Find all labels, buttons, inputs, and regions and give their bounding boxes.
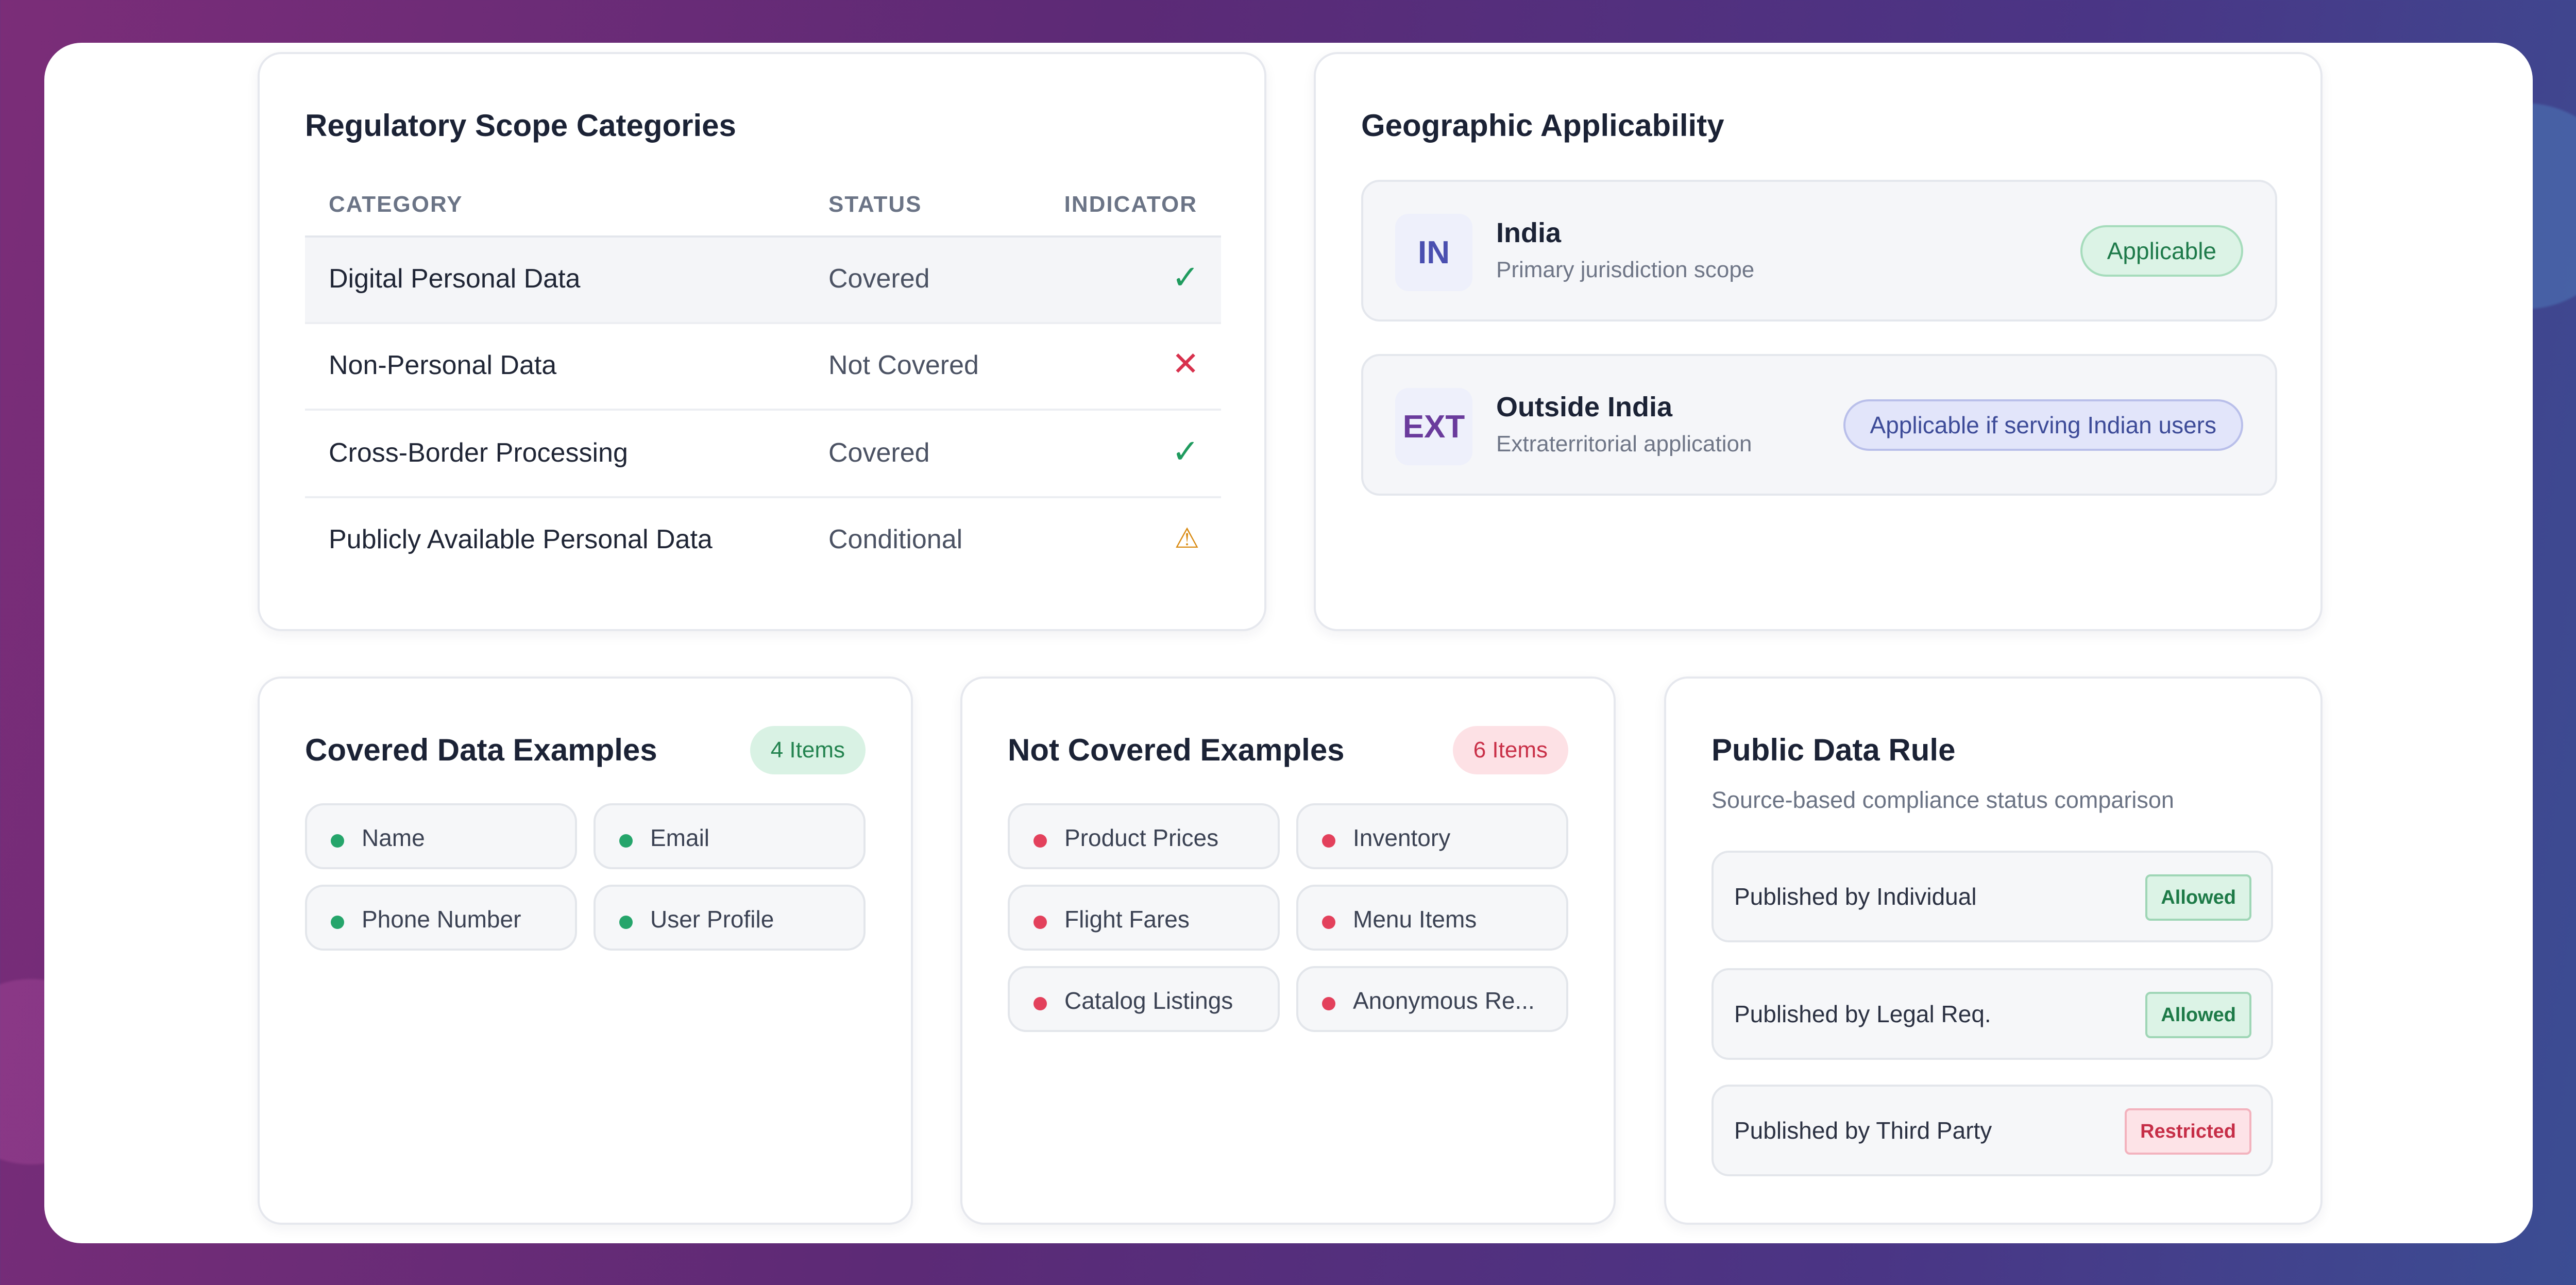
status-tag: Restricted <box>2125 1108 2251 1155</box>
red-dot-icon <box>1322 834 1335 848</box>
jurisdiction-row-india[interactable]: IN India Primary jurisdiction scope Appl… <box>1361 180 2277 322</box>
rule-label: Published by Individual <box>1734 883 1977 910</box>
chip-label: Email <box>650 824 710 851</box>
data-chip: User Profile <box>594 885 866 951</box>
data-chip: Flight Fares <box>1008 885 1280 951</box>
jurisdiction-code: EXT <box>1395 388 1472 465</box>
column-header-indicator: INDICATOR <box>1064 192 1197 217</box>
covered-examples-card: Covered Data Examples 4 Items Name Email… <box>258 677 913 1225</box>
green-dot-icon <box>331 916 344 929</box>
card-subtitle: Source-based compliance status compariso… <box>1711 787 2174 813</box>
data-chip: Anonymous Re... <box>1296 966 1568 1032</box>
red-dot-icon <box>1322 997 1335 1010</box>
category-cell: Non-Personal Data <box>329 350 557 380</box>
geographic-applicability-card: Geographic Applicability IN India Primar… <box>1314 52 2323 631</box>
jurisdiction-code: IN <box>1395 214 1472 291</box>
rule-row[interactable]: Published by Individual Allowed <box>1711 851 2273 942</box>
warning-icon: ⚠ <box>1174 523 1199 554</box>
table-row[interactable]: Digital Personal Data Covered ✓ <box>305 238 1221 324</box>
green-dot-icon <box>619 916 633 929</box>
chip-label: Name <box>362 824 425 851</box>
jurisdiction-name: Outside India <box>1496 392 1673 422</box>
column-header-category: CATEGORY <box>329 192 463 217</box>
data-chip: Menu Items <box>1296 885 1568 951</box>
data-chip: Product Prices <box>1008 803 1280 869</box>
jurisdiction-desc: Extraterritorial application <box>1496 431 1752 456</box>
category-cell: Publicly Available Personal Data <box>329 525 713 554</box>
card-title: Not Covered Examples <box>1008 733 1345 767</box>
chip-label: Flight Fares <box>1064 906 1190 933</box>
jurisdiction-row-outside-india[interactable]: EXT Outside India Extraterritorial appli… <box>1361 354 2277 496</box>
data-chip: Name <box>305 803 577 869</box>
green-dot-icon <box>331 834 344 848</box>
status-cell: Not Covered <box>828 350 979 380</box>
main-panel: Regulatory Scope Categories CATEGORY STA… <box>44 43 2533 1243</box>
data-chip: Catalog Listings <box>1008 966 1280 1032</box>
card-title: Regulatory Scope Categories <box>305 108 736 143</box>
data-chip: Email <box>594 803 866 869</box>
column-header-status: STATUS <box>828 192 922 217</box>
data-chip: Inventory <box>1296 803 1568 869</box>
applicability-pill: Applicable <box>2080 225 2243 277</box>
item-count-badge: 4 Items <box>750 726 866 774</box>
not-covered-examples-card: Not Covered Examples 6 Items Product Pri… <box>960 677 1616 1225</box>
chip-label: Anonymous Re... <box>1353 987 1535 1014</box>
category-cell: Digital Personal Data <box>329 264 581 294</box>
applicability-pill: Applicable if serving Indian users <box>1843 399 2243 451</box>
jurisdiction-name: India <box>1496 217 1562 248</box>
check-icon: ✓ <box>1172 433 1199 470</box>
status-tag: Allowed <box>2145 992 2251 1038</box>
cross-icon: ✕ <box>1172 345 1199 382</box>
jurisdiction-desc: Primary jurisdiction scope <box>1496 257 1755 282</box>
category-cell: Cross-Border Processing <box>329 438 628 468</box>
rule-row[interactable]: Published by Legal Req. Allowed <box>1711 968 2273 1060</box>
status-cell: Conditional <box>828 525 963 554</box>
item-count-badge: 6 Items <box>1452 726 1568 774</box>
status-cell: Covered <box>828 438 930 468</box>
status-cell: Covered <box>828 264 930 294</box>
table-row[interactable]: Cross-Border Processing Covered ✓ <box>305 412 1221 498</box>
green-dot-icon <box>619 834 633 848</box>
card-title: Geographic Applicability <box>1361 108 1724 143</box>
card-title: Covered Data Examples <box>305 733 657 767</box>
status-tag: Allowed <box>2145 874 2251 921</box>
red-dot-icon <box>1033 834 1047 848</box>
public-data-rule-card: Public Data Rule Source-based compliance… <box>1664 677 2323 1225</box>
rule-row[interactable]: Published by Third Party Restricted <box>1711 1085 2273 1176</box>
red-dot-icon <box>1322 916 1335 929</box>
data-chip: Phone Number <box>305 885 577 951</box>
chip-label: Inventory <box>1353 824 1451 851</box>
rule-label: Published by Legal Req. <box>1734 1001 1991 1027</box>
chip-label: Menu Items <box>1353 906 1477 933</box>
check-icon: ✓ <box>1172 259 1199 296</box>
chip-label: Phone Number <box>362 906 521 933</box>
regulatory-scope-card: Regulatory Scope Categories CATEGORY STA… <box>258 52 1266 631</box>
chip-label: User Profile <box>650 906 774 933</box>
card-title: Public Data Rule <box>1711 733 1956 767</box>
red-dot-icon <box>1033 997 1047 1010</box>
table-row[interactable]: Non-Personal Data Not Covered ✕ <box>305 324 1221 411</box>
red-dot-icon <box>1033 916 1047 929</box>
chip-label: Catalog Listings <box>1064 987 1233 1014</box>
table-row[interactable]: Publicly Available Personal Data Conditi… <box>305 498 1221 585</box>
chip-label: Product Prices <box>1064 824 1219 851</box>
rule-label: Published by Third Party <box>1734 1117 1992 1144</box>
